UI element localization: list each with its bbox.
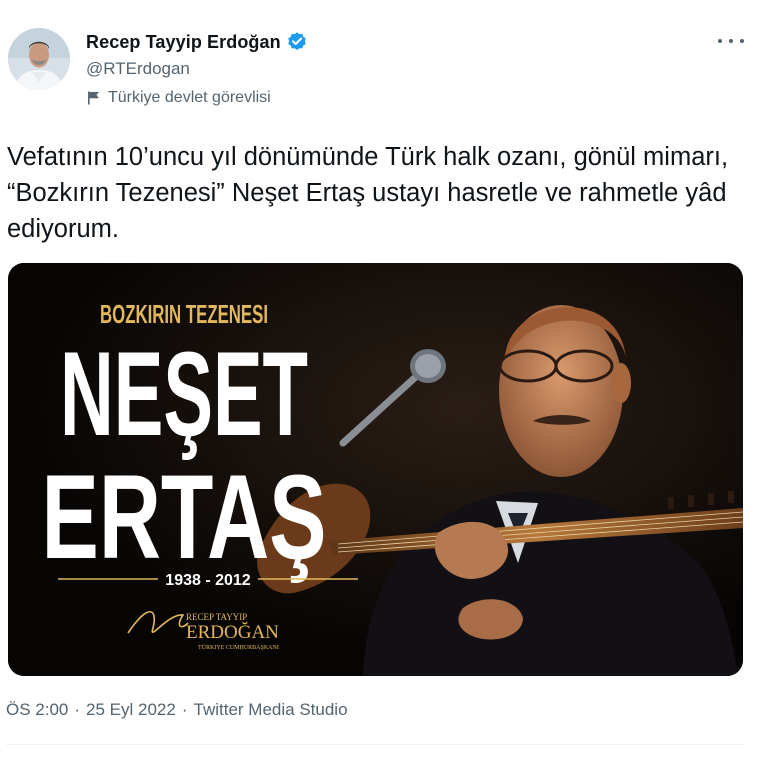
dot-icon bbox=[729, 39, 733, 43]
display-name[interactable]: Recep Tayyip Erdoğan bbox=[86, 32, 281, 53]
handle[interactable]: @RTErdogan bbox=[86, 59, 308, 79]
avatar[interactable] bbox=[8, 28, 70, 90]
separator-dot: · bbox=[74, 700, 81, 719]
tweet: Recep Tayyip Erdoğan @RTErdogan Türkiye … bbox=[0, 0, 770, 775]
account-label: Türkiye devlet görevlisi bbox=[86, 88, 308, 108]
media-name-line2: ERTAŞ bbox=[42, 450, 327, 584]
tweet-meta: ÖS 2:00 · 25 Eyl 2022 · Twitter Media St… bbox=[6, 700, 348, 720]
media-years: 1938 - 2012 bbox=[165, 572, 251, 589]
signature-role: TÜRKIYE CUMHURBAŞKANI bbox=[198, 644, 279, 651]
more-options-button[interactable] bbox=[718, 30, 744, 52]
separator-dot: · bbox=[181, 700, 188, 719]
name-row: Recep Tayyip Erdoğan bbox=[86, 30, 308, 54]
signature-surname: ERDOĞAN bbox=[186, 621, 279, 643]
divider bbox=[6, 744, 744, 745]
verified-badge-icon bbox=[286, 31, 308, 53]
tweet-date[interactable]: 25 Eyl 2022 bbox=[86, 700, 176, 720]
flag-icon bbox=[86, 90, 102, 106]
author-block: Recep Tayyip Erdoğan @RTErdogan Türkiye … bbox=[86, 30, 308, 108]
tweet-source[interactable]: Twitter Media Studio bbox=[194, 700, 348, 720]
signature-first-names: RECEP TAYYIP bbox=[186, 612, 247, 622]
tweet-text: Vefatının 10’uncu yıl dönümünde Türk hal… bbox=[7, 143, 729, 243]
dot-icon bbox=[718, 39, 722, 43]
tweet-time[interactable]: ÖS 2:00 bbox=[6, 700, 68, 720]
dot-icon bbox=[740, 39, 744, 43]
media-name-line1: NEŞET bbox=[60, 327, 308, 461]
tweet-media-image[interactable]: BOZKIRIN TEZENESI NEŞET ERTAŞ 1938 - 201… bbox=[8, 263, 743, 676]
media-subtitle: BOZKIRIN TEZENESI bbox=[100, 299, 268, 329]
account-label-text: Türkiye devlet görevlisi bbox=[108, 89, 271, 106]
